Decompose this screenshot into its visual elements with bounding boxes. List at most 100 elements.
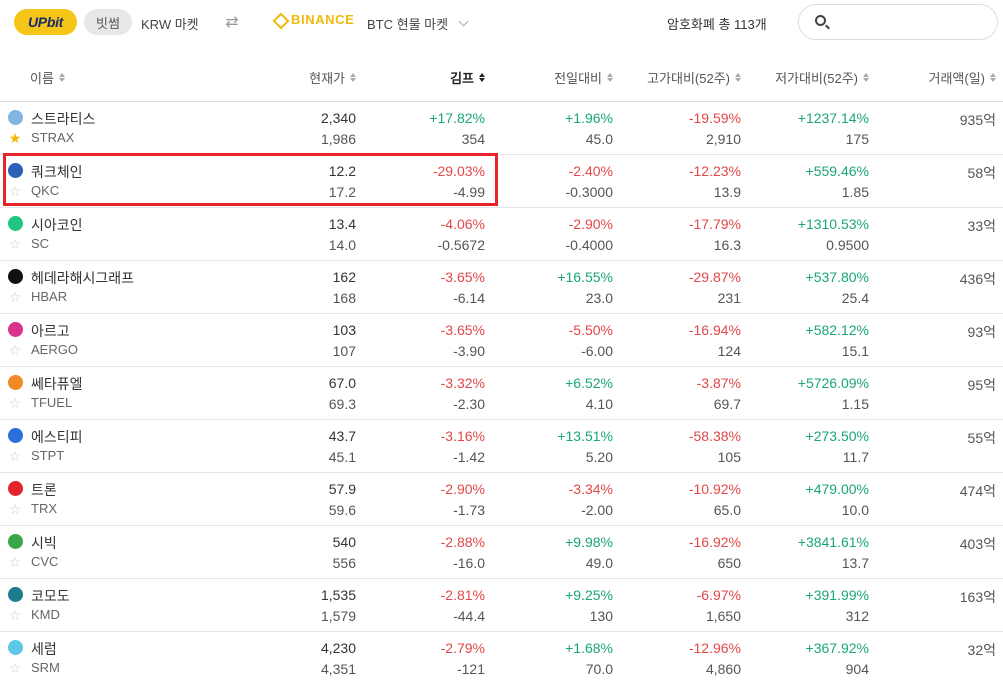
from-high-percent: -12.96% (688, 640, 741, 656)
column-header-name[interactable]: 이름 (30, 68, 65, 87)
price-krw: 57.9 (328, 481, 356, 497)
favorite-star-icon[interactable]: ☆ (8, 290, 22, 304)
search-input[interactable] (798, 4, 998, 40)
price-krw: 13.4 (328, 216, 356, 232)
from-high-percent: -16.94% (688, 322, 741, 338)
favorite-star-icon[interactable]: ☆ (8, 661, 22, 675)
kimp-percent: +17.82% (429, 110, 485, 126)
coin-name[interactable]: 헤데라해시그래프 (31, 268, 134, 288)
column-header-price[interactable]: 현재가 (309, 68, 356, 87)
kimp-percent: -3.65% (440, 269, 485, 285)
from-high-percent: -17.79% (688, 216, 741, 232)
from-low-percent: +367.92% (805, 640, 869, 656)
favorite-star-icon[interactable]: ☆ (8, 184, 22, 198)
kimp-diff: -121 (456, 661, 485, 677)
table-row[interactable]: ☆ 시빅 CVC 540 556 -2.88% -16.0 +9.98% 49.0 -16.92%… (0, 526, 1003, 579)
binance-exchange-button[interactable]: BINANCE (271, 11, 354, 27)
sort-icon (607, 73, 613, 82)
daily-volume: 33억 (967, 218, 996, 234)
column-header-from-low[interactable]: 저가대비(52주) (775, 68, 869, 87)
table-row[interactable]: ☆ 쎄타퓨엘 TFUEL 67.0 69.3 -3.32% -2.30 +6.52% 4.10 -… (0, 367, 1003, 420)
favorite-star-icon[interactable]: ☆ (8, 449, 22, 463)
table-row[interactable]: ☆ 쿼크체인 QKC 12.2 17.2 -29.03% -4.99 -2.40% -0.300… (0, 155, 1003, 208)
upbit-exchange-button[interactable]: UPbit (14, 9, 77, 35)
coin-name[interactable]: 코모도 (31, 586, 70, 606)
binance-logo-icon (271, 11, 287, 27)
low-52w-value: 15.1 (841, 343, 869, 359)
coin-name[interactable]: 아르고 (31, 321, 70, 341)
coin-name[interactable]: 시빅 (31, 533, 57, 553)
coin-name[interactable]: 트론 (31, 480, 57, 500)
day-change-diff: -0.4000 (565, 237, 613, 253)
sort-icon (350, 73, 356, 82)
from-low-percent: +273.50% (805, 428, 869, 444)
kimp-diff: -6.14 (453, 290, 485, 306)
daily-volume: 474억 (959, 483, 996, 499)
kimp-diff: -3.90 (453, 343, 485, 359)
price-reference: 168 (332, 290, 356, 306)
column-header-kimp[interactable]: 김프 (450, 68, 485, 87)
favorite-star-icon[interactable]: ☆ (8, 502, 22, 516)
high-52w-value: 69.7 (713, 396, 741, 412)
column-header-day-change[interactable]: 전일대비 (554, 68, 613, 87)
from-high-percent: -12.23% (688, 163, 741, 179)
price-reference: 69.3 (328, 396, 356, 412)
coin-logo-icon (8, 375, 23, 390)
low-52w-value: 1.15 (841, 396, 869, 412)
table-row[interactable]: ☆ 트론 TRX 57.9 59.6 -2.90% -1.73 -3.34% -2.00 -10.… (0, 473, 1003, 526)
table-row[interactable]: ☆ 시아코인 SC 13.4 14.0 -4.06% -0.5672 -2.90% -0.400… (0, 208, 1003, 261)
kimp-percent: -29.03% (432, 163, 485, 179)
column-header-volume[interactable]: 거래액(일) (929, 68, 996, 87)
coin-name[interactable]: 시아코인 (31, 215, 83, 235)
coin-logo-icon (8, 640, 23, 655)
btc-market-label: BTC 현물 마켓 (367, 17, 449, 32)
kimp-percent: -2.88% (440, 534, 485, 550)
from-high-percent: -10.92% (688, 481, 741, 497)
day-change-percent: -2.40% (568, 163, 613, 179)
favorite-star-icon[interactable]: ☆ (8, 343, 22, 357)
bithumb-exchange-button[interactable]: 빗썸 (84, 9, 132, 35)
coin-symbol: CVC (31, 554, 59, 569)
favorite-star-icon[interactable]: ☆ (8, 555, 22, 569)
day-change-percent: +9.25% (565, 587, 613, 603)
favorite-star-icon[interactable]: ☆ (8, 396, 22, 410)
coin-symbol: SC (31, 236, 50, 251)
day-change-diff: 4.10 (585, 396, 613, 412)
coin-name[interactable]: 쿼크체인 (31, 162, 83, 182)
table-row[interactable]: ☆ 아르고 AERGO 103 107 -3.65% -3.90 -5.50% -6.00 -16… (0, 314, 1003, 367)
swap-arrows-icon[interactable]: ⇄ (222, 12, 242, 32)
price-krw: 67.0 (328, 375, 356, 391)
price-krw: 540 (332, 534, 356, 550)
from-low-percent: +582.12% (805, 322, 869, 338)
table-row[interactable]: ☆ 세럼 SRM 4,230 4,351 -2.79% -121 +1.68% 70.0 -12.… (0, 632, 1003, 682)
day-change-diff: -6.00 (581, 343, 613, 359)
table-row[interactable]: ☆ 헤데라해시그래프 HBAR 162 168 -3.65% -6.14 +16.55% 23.… (0, 261, 1003, 314)
coin-name[interactable]: 쎄타퓨엘 (31, 374, 83, 394)
low-52w-value: 1.85 (841, 184, 869, 200)
low-52w-value: 0.9500 (826, 237, 869, 253)
favorite-star-icon[interactable]: ★ (8, 131, 22, 145)
favorite-star-icon[interactable]: ☆ (8, 608, 22, 622)
daily-volume: 935억 (959, 112, 996, 128)
day-change-percent: +13.51% (557, 428, 613, 444)
table-row[interactable]: ☆ 에스티피 STPT 43.7 45.1 -3.16% -1.42 +13.51% 5.20 -… (0, 420, 1003, 473)
day-change-diff: -0.3000 (565, 184, 613, 200)
coin-name[interactable]: 세럼 (31, 639, 57, 659)
column-header-from-high[interactable]: 고가대비(52주) (647, 68, 741, 87)
column-header-label: 현재가 (309, 71, 345, 86)
coin-name[interactable]: 에스티피 (31, 427, 83, 447)
column-header-label: 전일대비 (554, 71, 602, 86)
daily-volume: 32억 (967, 642, 996, 658)
favorite-star-icon[interactable]: ☆ (8, 237, 22, 251)
kimp-percent: -2.81% (440, 587, 485, 603)
btc-market-dropdown[interactable]: BTC 현물 마켓 (367, 14, 469, 33)
table-row[interactable]: ☆ 코모도 KMD 1,535 1,579 -2.81% -44.4 +9.25% 130 -6.… (0, 579, 1003, 632)
kimp-diff: -4.99 (453, 184, 485, 200)
high-52w-value: 1,650 (705, 608, 741, 624)
coin-name[interactable]: 스트라티스 (31, 109, 95, 129)
sort-icon (58, 73, 65, 82)
table-header: 이름 현재가 김프 전일대비 고가대비(52주) 저가대비(52주) 거래액(일… (0, 52, 1003, 102)
daily-volume: 436억 (959, 271, 996, 287)
day-change-percent: -5.50% (568, 322, 613, 338)
table-row[interactable]: ★ 스트라티스 STRAX 2,340 1,986 +17.82% 354 +1.96% 45.… (0, 102, 1003, 155)
